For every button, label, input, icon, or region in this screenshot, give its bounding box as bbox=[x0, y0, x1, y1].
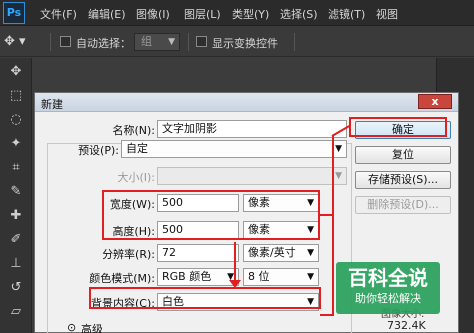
menu-file[interactable]: 文件(F) bbox=[40, 6, 77, 22]
crop-tool-icon[interactable]: ⌗ bbox=[6, 158, 26, 178]
chevron-down-icon: ▼ bbox=[335, 171, 342, 181]
bit-depth-select[interactable]: 8 位 ▼ bbox=[243, 268, 319, 286]
clone-stamp-tool-icon[interactable]: ⊥ bbox=[6, 254, 26, 274]
move-tool-icon[interactable]: ✥ bbox=[6, 62, 26, 82]
highlight-ok-button bbox=[349, 117, 447, 137]
advanced-label[interactable]: 高级 bbox=[81, 321, 103, 333]
chevron-down-icon: ▼ bbox=[307, 248, 314, 258]
name-input[interactable]: 文字加阴影 bbox=[157, 120, 347, 138]
menu-bar: Ps 文件(F) 编辑(E) 图像(I) 图层(L) 类型(Y) 选择(S) 滤… bbox=[0, 0, 474, 26]
watermark-subtitle: 助你轻松解决 bbox=[355, 292, 421, 305]
divider bbox=[188, 33, 189, 51]
show-transform-checkbox[interactable] bbox=[196, 36, 207, 47]
auto-select-dropdown[interactable]: 组 ▼ bbox=[134, 33, 180, 51]
brush-tool-icon[interactable]: ✐ bbox=[6, 230, 26, 250]
highlight-background bbox=[89, 287, 321, 309]
show-transform-label: 显示变换控件 bbox=[212, 37, 278, 50]
dialog-title-bar: 新建 x bbox=[35, 93, 458, 112]
resolution-unit-value: 像素/英寸 bbox=[248, 246, 296, 259]
photoshop-window: Ps 文件(F) 编辑(E) 图像(I) 图层(L) 类型(Y) 选择(S) 滤… bbox=[0, 0, 474, 333]
advanced-toggle-icon[interactable]: ⊙ bbox=[67, 321, 77, 333]
highlight-width-height bbox=[102, 190, 320, 240]
chevron-down-icon: ▼ bbox=[307, 272, 314, 282]
menu-select[interactable]: 选择(S) bbox=[280, 6, 318, 22]
chevron-down-icon: ▼ bbox=[168, 37, 175, 47]
arrow-down-icon bbox=[229, 280, 241, 288]
move-tool-icon[interactable]: ✥ ▾ bbox=[4, 32, 40, 52]
preset-value: 自定 bbox=[126, 142, 148, 155]
marquee-tool-icon[interactable]: ⬚ bbox=[6, 86, 26, 106]
app-logo: Ps bbox=[3, 2, 25, 24]
preset-select[interactable]: 自定 ▼ bbox=[121, 140, 347, 158]
auto-select-label: 自动选择： bbox=[76, 37, 131, 50]
annotation-line bbox=[332, 135, 334, 316]
bit-depth-value: 8 位 bbox=[248, 270, 270, 283]
color-mode-select[interactable]: RGB 颜色 ▼ bbox=[157, 268, 239, 286]
menu-layer[interactable]: 图层(L) bbox=[184, 6, 221, 22]
lasso-tool-icon[interactable]: ◌ bbox=[6, 110, 26, 130]
resolution-input[interactable]: 72 bbox=[157, 244, 239, 262]
name-label: 名称(N): bbox=[112, 124, 155, 137]
menu-type[interactable]: 类型(Y) bbox=[232, 6, 269, 22]
color-mode-value: RGB 颜色 bbox=[162, 270, 212, 283]
eyedropper-tool-icon[interactable]: ✎ bbox=[6, 182, 26, 202]
eraser-tool-icon[interactable]: ▱ bbox=[6, 302, 26, 322]
divider bbox=[50, 33, 51, 51]
preset-label: 预设(P): bbox=[78, 144, 119, 157]
magic-wand-tool-icon[interactable]: ✦ bbox=[6, 134, 26, 154]
options-bar: ✥ ▾ 自动选择： 组 ▼ 显示变换控件 bbox=[0, 27, 474, 57]
menu-image[interactable]: 图像(I) bbox=[136, 6, 170, 22]
size-label: 大小(I): bbox=[117, 171, 155, 184]
history-brush-tool-icon[interactable]: ↺ bbox=[6, 278, 26, 298]
resolution-label: 分辨率(R): bbox=[102, 248, 155, 261]
menu-view[interactable]: 视图 bbox=[376, 6, 398, 22]
divider bbox=[294, 33, 295, 51]
annotation-line bbox=[320, 314, 334, 316]
color-mode-label: 颜色模式(M): bbox=[89, 272, 155, 285]
menu-filter[interactable]: 滤镜(T) bbox=[328, 6, 365, 22]
chevron-down-icon: ▼ bbox=[335, 144, 342, 154]
dialog-title: 新建 bbox=[41, 98, 63, 111]
reset-button[interactable]: 复位 bbox=[355, 146, 451, 164]
size-select: ▼ bbox=[157, 167, 347, 185]
auto-select-checkbox[interactable] bbox=[60, 36, 71, 47]
save-preset-button[interactable]: 存储预设(S)... bbox=[355, 171, 451, 189]
menu-edit[interactable]: 编辑(E) bbox=[88, 6, 126, 22]
healing-brush-tool-icon[interactable]: ✚ bbox=[6, 206, 26, 226]
watermark-title: 百科全说 bbox=[348, 266, 428, 290]
resolution-unit-select[interactable]: 像素/英寸 ▼ bbox=[243, 244, 319, 262]
image-size-value: 732.4K bbox=[387, 319, 426, 332]
delete-preset-button: 删除预设(D)... bbox=[355, 196, 451, 214]
tools-panel: ✥ ⬚ ◌ ✦ ⌗ ✎ ✚ ✐ ⊥ ↺ ▱ bbox=[0, 58, 32, 333]
auto-select-value: 组 bbox=[141, 35, 152, 48]
close-button[interactable]: x bbox=[418, 94, 452, 109]
watermark: 百科全说 助你轻松解决 bbox=[336, 262, 440, 314]
